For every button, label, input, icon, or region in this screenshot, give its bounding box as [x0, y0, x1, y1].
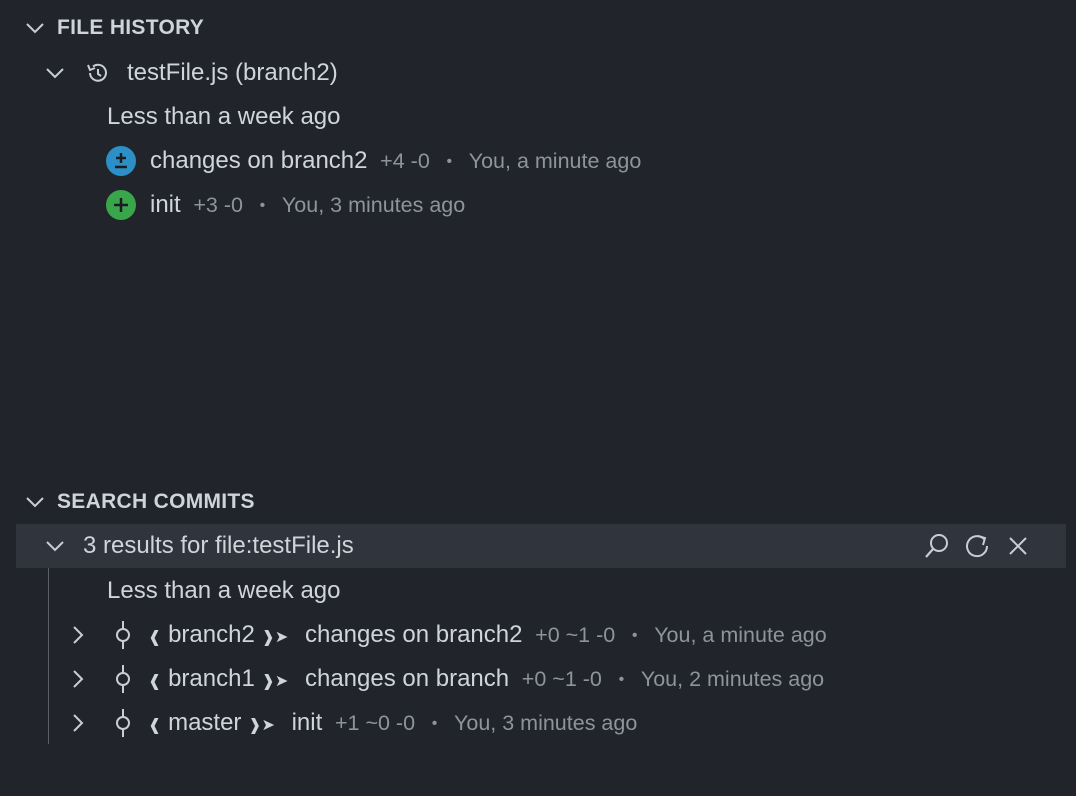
modified-icon	[106, 146, 136, 176]
chevron-down-icon[interactable]	[44, 536, 66, 556]
added-icon	[106, 190, 136, 220]
search-icon[interactable]	[923, 532, 951, 560]
commit-stats: +3 -0	[193, 193, 243, 217]
file-history-file-row[interactable]: testFile.js (branch2)	[0, 51, 1076, 95]
commit-message: changes on branch2	[304, 621, 523, 648]
refresh-icon[interactable]	[963, 532, 991, 560]
separator: •	[259, 197, 266, 214]
branch-name: master	[168, 709, 242, 736]
chevron-right-icon[interactable]	[68, 668, 88, 690]
file-history-header[interactable]: FILE HISTORY	[0, 6, 1076, 50]
branch-name: branch2	[168, 621, 255, 648]
branch-bracket-open: ❰	[148, 673, 162, 690]
file-label: testFile.js (branch2)	[127, 59, 338, 86]
commit-stats: +1 ~0 -0	[334, 711, 416, 735]
separator: •	[431, 715, 438, 732]
commit-stats: +0 ~1 -0	[521, 667, 602, 691]
branch-bracket-open: ❰	[148, 629, 162, 646]
search-commits-title: SEARCH COMMITS	[57, 490, 255, 513]
branch-bracket-close: ❱➤	[261, 629, 289, 646]
separator: •	[631, 627, 638, 644]
commit-message: init	[150, 191, 181, 218]
branch-bracket-open: ❰	[148, 717, 162, 734]
commit-meta: You, 2 minutes ago	[640, 667, 825, 691]
file-history-commit-row[interactable]: changes on branch2 +4 -0 • You, a minute…	[0, 139, 1076, 183]
separator: •	[446, 153, 453, 170]
commit-meta: You, a minute ago	[654, 623, 827, 647]
branch-name: branch1	[168, 665, 255, 692]
chevron-down-icon[interactable]	[44, 63, 66, 83]
file-history-commit-row[interactable]: init +3 -0 • You, 3 minutes ago	[0, 183, 1076, 227]
search-commit-row[interactable]: ❰ branch1 ❱➤ changes on branch +0 ~1 -0 …	[0, 657, 1076, 701]
commit-meta: You, 3 minutes ago	[281, 193, 466, 217]
commit-icon	[112, 709, 134, 737]
commit-icon	[112, 665, 134, 693]
group-label: Less than a week ago	[107, 103, 341, 130]
search-commit-row[interactable]: ❰ master ❱➤ init +1 ~0 -0 • You, 3 minut…	[0, 701, 1076, 745]
file-history-group-row[interactable]: Less than a week ago	[0, 95, 1076, 139]
separator: •	[618, 671, 625, 688]
chevron-right-icon[interactable]	[68, 624, 88, 646]
search-commit-row[interactable]: ❰ branch2 ❱➤ changes on branch2 +0 ~1 -0…	[0, 613, 1076, 657]
close-icon[interactable]	[1006, 534, 1030, 558]
file-history-title: FILE HISTORY	[57, 16, 205, 39]
commit-meta: You, 3 minutes ago	[454, 711, 638, 735]
history-icon	[85, 60, 111, 86]
commit-message: changes on branch2	[150, 147, 368, 174]
group-label: Less than a week ago	[107, 577, 341, 604]
commit-stats: +4 -0	[380, 149, 430, 173]
commit-stats: +0 ~1 -0	[535, 623, 616, 647]
commit-icon	[112, 621, 134, 649]
chevron-down-icon[interactable]	[24, 492, 46, 512]
search-commits-header[interactable]: SEARCH COMMITS	[0, 480, 1076, 524]
search-results-header-row[interactable]: 3 results for file:testFile.js	[0, 524, 1076, 568]
results-label: 3 results for file:testFile.js	[83, 532, 354, 559]
search-group-row[interactable]: Less than a week ago	[0, 569, 1076, 613]
branch-bracket-close: ❱➤	[248, 717, 275, 734]
chevron-right-icon[interactable]	[68, 712, 88, 734]
commit-meta: You, a minute ago	[468, 149, 642, 173]
branch-bracket-close: ❱➤	[261, 673, 289, 690]
commit-message: changes on branch	[304, 665, 510, 692]
commit-message: init	[291, 709, 323, 736]
chevron-down-icon[interactable]	[24, 18, 46, 38]
